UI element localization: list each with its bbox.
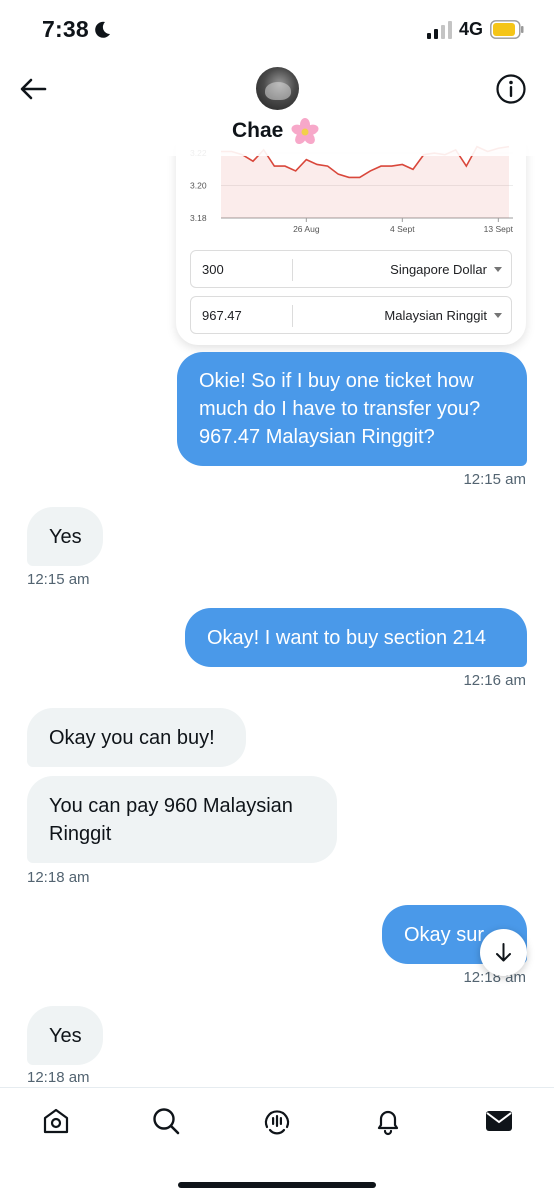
message-timestamp: 12:16 am [463, 672, 526, 689]
message-bubble-incoming[interactable]: You can pay 960 Malaysian Ringgit [27, 776, 337, 863]
moon-icon [95, 21, 110, 38]
converter-row-source[interactable]: 300 Singapore Dollar [190, 250, 512, 288]
info-icon[interactable] [495, 73, 527, 105]
converter-amount[interactable]: 300 [202, 262, 224, 277]
message-bubble-outgoing[interactable]: Okay! I want to buy section 214 [185, 608, 527, 667]
message-timestamp: 12:15 am [27, 571, 90, 588]
converter-currency[interactable]: Singapore Dollar [390, 262, 487, 277]
signal-icon [427, 21, 452, 39]
message-timestamp: 12:18 am [27, 1069, 90, 1086]
flower-icon [291, 118, 319, 145]
series-area [221, 146, 509, 218]
converter-amount[interactable]: 967.47 [202, 308, 242, 323]
message-bubble-incoming[interactable]: Okay you can buy! [27, 708, 246, 767]
avatar[interactable] [256, 67, 299, 110]
divider [292, 259, 293, 281]
converter-currency[interactable]: Malaysian Ringgit [384, 308, 487, 323]
battery-icon [490, 20, 524, 39]
messages-icon[interactable] [484, 1106, 514, 1136]
x-tick-label: 13 Sept [484, 224, 514, 234]
y-tick-label: 3.20 [190, 181, 207, 191]
x-tick-label: 4 Sept [390, 224, 415, 234]
message-bubble-outgoing[interactable]: Okie! So if I buy one ticket how much do… [177, 352, 527, 466]
message-bubble-incoming[interactable]: Yes [27, 1006, 103, 1065]
converter-row-target[interactable]: 967.47 Malaysian Ringgit [190, 296, 512, 334]
status-bar: 7:38 4G [0, 0, 554, 62]
avatar-photo [265, 82, 291, 100]
divider [292, 305, 293, 327]
y-tick-label: 3.18 [190, 213, 207, 223]
shared-currency-card[interactable]: 3.183.203.2226 Aug4 Sept13 Sept 300 Sing… [176, 140, 526, 345]
status-time: 7:38 [42, 16, 89, 42]
message-timestamp: 12:18 am [27, 869, 90, 886]
scroll-to-bottom-button[interactable] [480, 929, 527, 976]
contact-name[interactable]: Chae [232, 119, 283, 143]
home-icon[interactable] [41, 1106, 71, 1136]
home-indicator[interactable] [178, 1182, 376, 1188]
spaces-icon[interactable] [262, 1106, 292, 1136]
message-timestamp: 12:15 am [463, 471, 526, 488]
dropdown-caret-icon[interactable] [494, 267, 502, 272]
search-icon[interactable] [151, 1106, 181, 1136]
message-bubble-incoming[interactable]: Yes [27, 507, 103, 566]
x-tick-label: 26 Aug [293, 224, 320, 234]
back-arrow-icon[interactable] [18, 74, 48, 104]
dropdown-caret-icon[interactable] [494, 313, 502, 318]
network-label: 4G [459, 19, 484, 39]
arrow-down-icon [496, 943, 511, 962]
notifications-icon[interactable] [373, 1106, 403, 1136]
